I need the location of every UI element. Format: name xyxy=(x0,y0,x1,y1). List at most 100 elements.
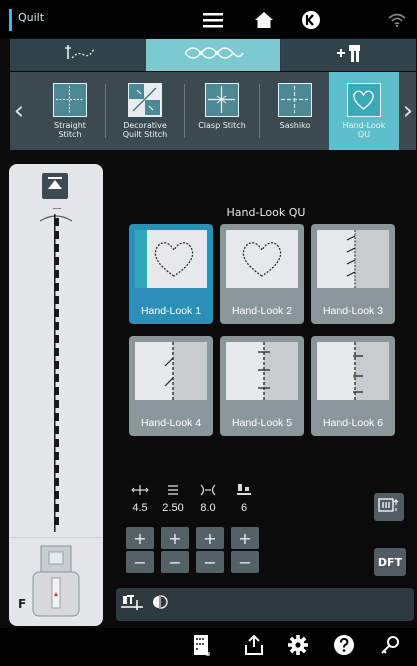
stitch-dash xyxy=(54,218,59,226)
stitch-dash xyxy=(54,452,59,460)
hand-look-card[interactable]: Hand-Look 4 xyxy=(129,336,213,436)
clasp-stitch-icon xyxy=(205,83,239,117)
stitch-dash xyxy=(54,413,59,421)
decorative-stitch-icon xyxy=(181,43,245,67)
stitch-item-label: Sashiko xyxy=(279,121,311,130)
hand-look-card[interactable]: Hand-Look 3 xyxy=(311,224,395,324)
stitch-dash xyxy=(54,478,59,486)
grid-title: Hand-Look QU xyxy=(226,206,306,219)
stitch-dash xyxy=(54,374,59,382)
presser-foot-pressure-minus-button[interactable]: − xyxy=(231,551,259,573)
stitch-dash xyxy=(54,283,59,291)
tension-plus-button[interactable]: + xyxy=(196,527,224,549)
stitch-width-plus-button[interactable]: + xyxy=(126,527,154,549)
stitch-item-label: Decorative Quilt Stitch xyxy=(122,121,168,139)
help-button[interactable] xyxy=(332,635,356,659)
stitch-dash xyxy=(54,322,59,330)
wifi-icon[interactable] xyxy=(384,8,410,32)
stitch-dash xyxy=(54,387,59,395)
upload-file-icon xyxy=(244,634,264,659)
tab-presser-foot[interactable] xyxy=(281,39,416,71)
app-title: Quilt xyxy=(18,11,45,24)
stitch-dash xyxy=(54,439,59,447)
hand-look-label: Hand-Look 2 xyxy=(231,305,293,317)
title-accent-bar xyxy=(9,9,12,31)
stitch-width-minus-button[interactable]: − xyxy=(126,551,154,573)
needle-up-icon xyxy=(47,176,63,196)
home-icon[interactable] xyxy=(251,8,277,32)
stitch-category-strip: ‹ Straight Stitch Decorative Quilt Stitc… xyxy=(10,72,416,150)
stitch-menu-icon xyxy=(193,634,211,660)
stitch-dash xyxy=(54,348,59,356)
stitch-item-hand-look-qu[interactable]: Hand-Look QU xyxy=(329,72,399,150)
stitch-item-label: Clasp Stitch xyxy=(198,121,246,130)
param-stitch-length: 2.50 xyxy=(159,484,187,514)
mirror-vertical-button[interactable] xyxy=(120,593,144,615)
stitch-item-sashiko[interactable]: Sashiko xyxy=(261,72,329,150)
hand-look-label: Hand-Look 4 xyxy=(140,417,202,429)
param-tension: 8.0 xyxy=(194,484,222,514)
tension-minus-button[interactable]: − xyxy=(196,551,224,573)
presser-foot-pressure-icon xyxy=(236,484,252,498)
stitch-dash xyxy=(54,465,59,473)
stitch-item-label: Hand-Look QU xyxy=(342,121,386,139)
hand-look-card[interactable]: Hand-Look 2 xyxy=(220,224,304,324)
stitch-dash xyxy=(54,361,59,369)
stitch-preview-icon xyxy=(54,214,59,532)
hand-look-card[interactable]: Hand-Look 6 xyxy=(311,336,395,436)
plus-presser-foot-icon xyxy=(334,42,364,68)
stitch-item-label: Straight Stitch xyxy=(54,121,86,139)
stitch-preview-icon xyxy=(135,342,207,400)
stitch-menu-button[interactable] xyxy=(190,635,214,659)
straight-stitch-icon xyxy=(53,83,87,117)
decorative-quilt-stitch-icon xyxy=(128,83,162,117)
presser-foot-pressure-plus-button[interactable]: + xyxy=(231,527,259,549)
settings-button[interactable] xyxy=(286,635,310,659)
hand-look-label: Hand-Look 5 xyxy=(231,417,293,429)
stitch-dash xyxy=(54,335,59,343)
stitch-length-value: 2.50 xyxy=(162,502,184,514)
back-exit-icon[interactable] xyxy=(298,8,324,32)
presser-foot-icon xyxy=(32,545,80,617)
stitch-repeat-button[interactable] xyxy=(374,493,404,521)
stitch-dash xyxy=(54,426,59,434)
presser-foot-pressure-value: 6 xyxy=(240,502,248,514)
stitch-repeat-icon xyxy=(378,497,400,517)
chevron-left-icon[interactable]: ‹ xyxy=(11,84,27,138)
stitch-item-straight[interactable]: Straight Stitch xyxy=(35,72,105,150)
category-tabs xyxy=(10,39,416,71)
chevron-right-icon[interactable]: › xyxy=(400,84,416,138)
tab-decorative[interactable] xyxy=(146,39,280,71)
param-stitch-width: 4.5 xyxy=(126,484,154,514)
mirror-end-to-end-icon xyxy=(121,593,143,615)
default-settings-button[interactable]: DFT xyxy=(374,548,406,576)
stitch-dash xyxy=(54,296,59,304)
hand-look-card[interactable]: Hand-Look 1 xyxy=(129,224,213,324)
presser-foot-letter: F xyxy=(18,597,27,611)
search-key-button[interactable] xyxy=(378,635,402,659)
file-export-button[interactable] xyxy=(242,634,266,659)
mirror-side-button[interactable] xyxy=(150,594,170,614)
heart-stitch-preview-icon xyxy=(226,230,298,288)
hand-look-label: Hand-Look 3 xyxy=(322,305,384,317)
sashiko-icon xyxy=(278,83,312,117)
hand-look-label: Hand-Look 1 xyxy=(140,305,202,317)
hand-look-label: Hand-Look 6 xyxy=(322,417,384,429)
tab-quilt-needle[interactable] xyxy=(10,39,145,71)
stitch-item-decorative-quilt[interactable]: Decorative Quilt Stitch xyxy=(107,72,183,150)
tension-value: 8.0 xyxy=(200,502,216,514)
stitch-dash xyxy=(54,504,59,512)
key-icon xyxy=(380,635,400,659)
stitch-dash xyxy=(54,517,59,525)
hand-look-card[interactable]: Hand-Look 5 xyxy=(220,336,304,436)
param-presser-foot-pressure: 6 xyxy=(230,484,258,514)
stitch-dash xyxy=(54,257,59,265)
stitch-dash xyxy=(54,309,59,317)
menu-icon[interactable] xyxy=(200,8,226,32)
tension-icon xyxy=(199,484,217,498)
stitch-length-minus-button[interactable]: − xyxy=(161,551,189,573)
stitch-length-plus-button[interactable]: + xyxy=(161,527,189,549)
stitch-item-clasp[interactable]: Clasp Stitch xyxy=(186,72,258,150)
stitch-preview-icon xyxy=(317,342,389,400)
needle-up-button[interactable] xyxy=(42,173,68,199)
